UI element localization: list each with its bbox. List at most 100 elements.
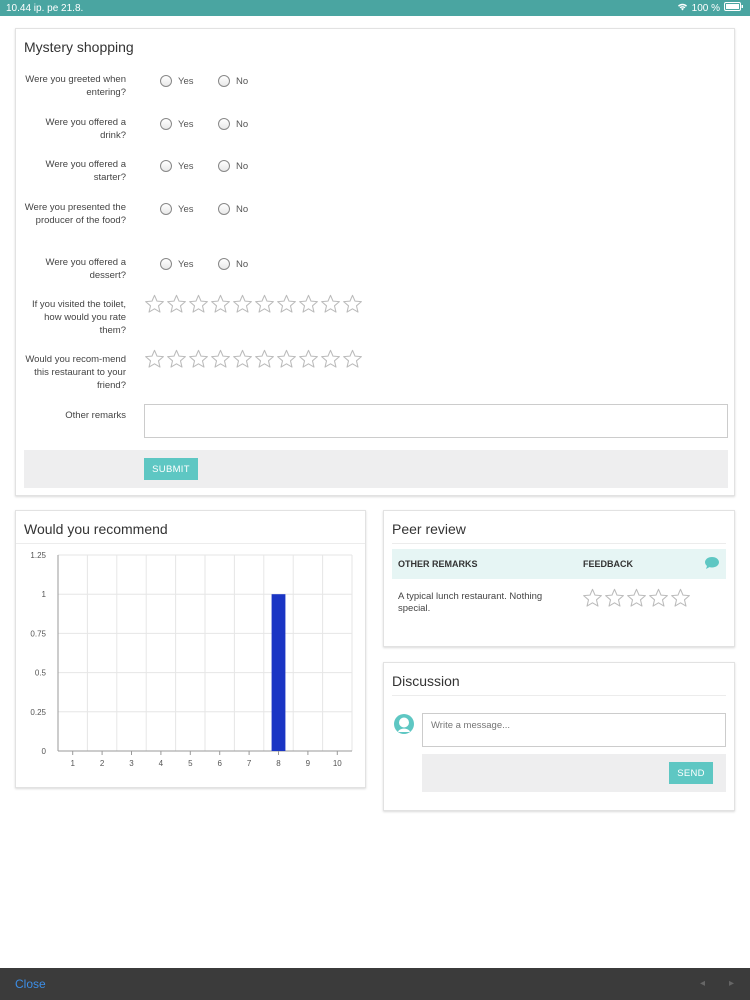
- star-icon[interactable]: [188, 294, 209, 314]
- star-icon[interactable]: [320, 294, 341, 314]
- recommend-bar-chart: 0 0.25 0.5 0.75 1 1.25 1 2 3 4 5 6 7 8 9 10: [30, 551, 353, 768]
- remarks-input[interactable]: [144, 404, 728, 438]
- star-icon[interactable]: [144, 294, 165, 314]
- star-icon[interactable]: [298, 294, 319, 314]
- radio-circle[interactable]: [218, 160, 230, 172]
- radio-circle[interactable]: [160, 258, 172, 270]
- x-tick-label: 10: [333, 759, 342, 768]
- peer-review-title: Peer review: [392, 511, 726, 544]
- yes-radio[interactable]: Yes: [160, 258, 194, 270]
- send-bar: SEND: [422, 754, 726, 792]
- peer-remark-text: A typical lunch restaurant. Nothing spec…: [398, 591, 543, 614]
- x-tick-label: 3: [129, 759, 134, 768]
- y-tick-label: 0.25: [30, 708, 46, 717]
- y-tick-label: 1: [42, 590, 47, 599]
- star-icon[interactable]: [648, 588, 669, 608]
- other-remarks-header: OTHER REMARKS: [398, 559, 478, 569]
- star-icon[interactable]: [342, 349, 363, 369]
- nav-arrows: ◂ ▸: [700, 978, 734, 989]
- star-icon[interactable]: [276, 349, 297, 369]
- question-label: Were you offered a dessert?: [45, 257, 126, 281]
- question-label: Were you presented the producer of the f…: [24, 202, 126, 226]
- status-bar: 10.44 ip. pe 21.8. 100 %: [0, 0, 750, 16]
- radio-circle[interactable]: [218, 118, 230, 130]
- recommend-star-rating[interactable]: [144, 349, 363, 369]
- star-icon[interactable]: [166, 349, 187, 369]
- radio-label: No: [236, 160, 249, 172]
- star-icon[interactable]: [320, 349, 341, 369]
- page: Mystery shopping Were you greeted when e…: [0, 16, 750, 968]
- battery-icon: [724, 2, 744, 14]
- radio-circle[interactable]: [160, 118, 172, 130]
- radio-label: No: [236, 118, 249, 130]
- yes-radio[interactable]: Yes: [160, 75, 194, 87]
- radio-circle[interactable]: [160, 75, 172, 87]
- back-arrow-icon[interactable]: ◂: [700, 978, 705, 989]
- no-radio[interactable]: No: [218, 75, 248, 87]
- star-icon[interactable]: [232, 294, 253, 314]
- question-label: Were you offered a starter?: [45, 159, 126, 183]
- x-tick-label: 5: [188, 759, 193, 768]
- question-label: If you visited the toilet, how would you…: [32, 299, 126, 336]
- star-icon[interactable]: [670, 588, 691, 608]
- submit-button[interactable]: SUBMIT: [144, 458, 198, 480]
- y-tick-label: 0: [42, 747, 47, 756]
- recommend-chart-card: Would you recommend 0 0.25 0.5 0.75 1 1.25 1 2 3…: [15, 510, 366, 788]
- bottom-toolbar: Close ◂ ▸: [0, 968, 750, 1000]
- question-label: Were you offered a drink?: [45, 117, 126, 141]
- star-icon[interactable]: [166, 294, 187, 314]
- star-icon[interactable]: [232, 349, 253, 369]
- star-icon[interactable]: [210, 294, 231, 314]
- y-tick-label: 1.25: [30, 551, 46, 560]
- star-icon[interactable]: [210, 349, 231, 369]
- radio-label: No: [236, 258, 249, 270]
- radio-circle[interactable]: [160, 160, 172, 172]
- radio-circle[interactable]: [160, 203, 172, 215]
- message-input[interactable]: [422, 713, 726, 747]
- yes-radio[interactable]: Yes: [160, 160, 194, 172]
- x-tick-label: 7: [247, 759, 252, 768]
- close-link[interactable]: Close: [15, 977, 46, 991]
- star-icon[interactable]: [604, 588, 625, 608]
- star-icon[interactable]: [254, 294, 275, 314]
- radio-circle[interactable]: [218, 258, 230, 270]
- comment-icon[interactable]: [704, 556, 720, 572]
- bar: [271, 594, 286, 751]
- star-icon[interactable]: [144, 349, 165, 369]
- yes-radio[interactable]: Yes: [160, 118, 194, 130]
- send-button[interactable]: SEND: [669, 762, 713, 784]
- star-icon[interactable]: [582, 588, 603, 608]
- battery-percent: 100 %: [691, 2, 720, 14]
- status-time: 10.44 ip. pe 21.8.: [6, 2, 84, 14]
- star-icon[interactable]: [342, 294, 363, 314]
- mystery-shopping-card: Mystery shopping Were you greeted when e…: [15, 28, 735, 496]
- radio-label: No: [236, 75, 249, 87]
- no-radio[interactable]: No: [218, 118, 248, 130]
- star-icon[interactable]: [188, 349, 209, 369]
- star-icon[interactable]: [626, 588, 647, 608]
- radio-label: Yes: [178, 118, 194, 130]
- x-tick-label: 9: [306, 759, 311, 768]
- radio-circle[interactable]: [218, 75, 230, 87]
- y-tick-label: 0.75: [30, 629, 46, 638]
- star-icon[interactable]: [254, 349, 275, 369]
- remarks-label: Other remarks: [65, 410, 126, 421]
- y-tick-label: 0.5: [35, 669, 47, 678]
- chart-title: Would you recommend: [16, 511, 365, 544]
- no-radio[interactable]: No: [218, 258, 248, 270]
- star-icon[interactable]: [298, 349, 319, 369]
- feedback-star-rating[interactable]: [582, 588, 691, 608]
- radio-label: Yes: [178, 203, 194, 215]
- forward-arrow-icon[interactable]: ▸: [729, 978, 734, 989]
- x-tick-label: 6: [217, 759, 222, 768]
- discussion-card: Discussion SEND: [383, 662, 735, 811]
- no-radio[interactable]: No: [218, 203, 248, 215]
- x-tick-label: 4: [159, 759, 164, 768]
- no-radio[interactable]: No: [218, 160, 248, 172]
- radio-circle[interactable]: [218, 203, 230, 215]
- feedback-header: FEEDBACK: [583, 559, 634, 569]
- toilet-star-rating[interactable]: [144, 294, 363, 314]
- radio-label: Yes: [178, 75, 194, 87]
- star-icon[interactable]: [276, 294, 297, 314]
- yes-radio[interactable]: Yes: [160, 203, 194, 215]
